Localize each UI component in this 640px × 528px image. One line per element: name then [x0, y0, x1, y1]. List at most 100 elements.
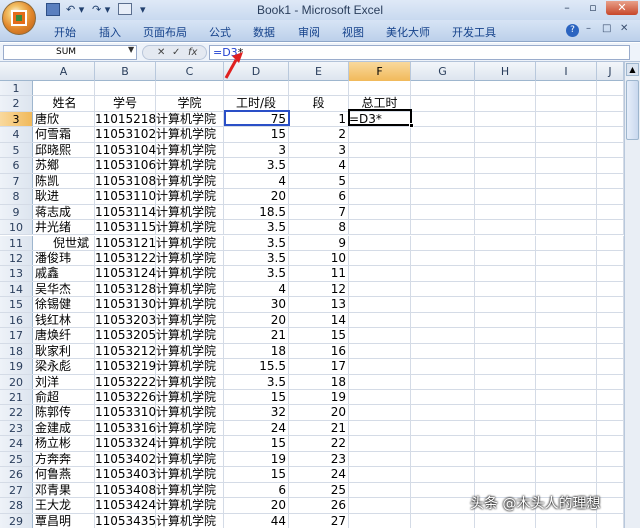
cell-i15[interactable]: [536, 297, 597, 312]
cell-b23[interactable]: 11053316: [95, 420, 156, 436]
cell-j3[interactable]: [597, 111, 624, 127]
vertical-scrollbar[interactable]: ▲: [624, 62, 640, 528]
cell-a17[interactable]: 唐焕纤: [33, 328, 95, 343]
cell-b24[interactable]: 11053324: [95, 436, 156, 451]
cell-d22[interactable]: 32: [224, 405, 289, 420]
cell-a1[interactable]: [33, 81, 95, 96]
cell-f22[interactable]: [349, 405, 411, 420]
cell-f19[interactable]: [349, 359, 411, 374]
column-header-d[interactable]: D: [224, 62, 289, 81]
cell-f17[interactable]: [349, 328, 411, 343]
ribbon-restore-icon[interactable]: □: [602, 23, 611, 34]
cell-c28[interactable]: 计算机学院: [156, 498, 224, 513]
cell-j18[interactable]: [597, 343, 624, 359]
cell-c23[interactable]: 计算机学院: [156, 420, 224, 436]
cell-b16[interactable]: 11053203: [95, 312, 156, 328]
cell-f29[interactable]: [349, 513, 411, 528]
cell-e7[interactable]: 5: [289, 173, 349, 189]
cell-d10[interactable]: 3.5: [224, 220, 289, 235]
scroll-up-icon[interactable]: ▲: [626, 63, 639, 76]
cell-h17[interactable]: [475, 328, 536, 343]
cell-b22[interactable]: 11053310: [95, 405, 156, 420]
cell-a12[interactable]: 潘俊玮: [33, 250, 95, 266]
cell-h15[interactable]: [475, 297, 536, 312]
cell-j2[interactable]: [597, 96, 624, 111]
cell-d14[interactable]: 4: [224, 281, 289, 297]
cell-b8[interactable]: 11053110: [95, 189, 156, 204]
row-header[interactable]: 23: [0, 420, 33, 436]
insert-function-icon[interactable]: fx: [188, 46, 197, 60]
tab-beautify[interactable]: 美化大师: [386, 24, 430, 40]
cell-g18[interactable]: [411, 343, 475, 359]
cell-j26[interactable]: [597, 467, 624, 482]
cell-j4[interactable]: [597, 127, 624, 142]
cell-f10[interactable]: [349, 220, 411, 235]
cell-g24[interactable]: [411, 436, 475, 451]
cell-e28[interactable]: 26: [289, 498, 349, 513]
cell-e3[interactable]: 1: [289, 111, 349, 127]
tab-insert[interactable]: 插入: [99, 24, 121, 40]
column-header-h[interactable]: H: [475, 62, 536, 81]
cell-a27[interactable]: 邓青果: [33, 482, 95, 498]
cell-g22[interactable]: [411, 405, 475, 420]
cell-h3[interactable]: [475, 111, 536, 127]
cell-d11[interactable]: 3.5: [224, 235, 289, 250]
cell-h12[interactable]: [475, 250, 536, 266]
cell-h23[interactable]: [475, 420, 536, 436]
cell-g9[interactable]: [411, 204, 475, 220]
cell-b10[interactable]: 11053115: [95, 220, 156, 235]
cell-c7[interactable]: 计算机学院: [156, 173, 224, 189]
cell-i16[interactable]: [536, 312, 597, 328]
cell-a10[interactable]: 井光绪: [33, 220, 95, 235]
cell-g14[interactable]: [411, 281, 475, 297]
save-icon[interactable]: [46, 3, 60, 16]
cell-a9[interactable]: 蒋志成: [33, 204, 95, 220]
cell-b26[interactable]: 11053403: [95, 467, 156, 482]
cell-d7[interactable]: 4: [224, 173, 289, 189]
name-box[interactable]: SUM: [3, 45, 137, 60]
help-icon[interactable]: ?: [566, 24, 579, 37]
column-header-a[interactable]: A: [33, 62, 95, 81]
cell-c1[interactable]: [156, 81, 224, 96]
row-header[interactable]: 5: [0, 142, 33, 158]
cell-d19[interactable]: 15.5: [224, 359, 289, 374]
cell-b3[interactable]: 11015218: [95, 111, 156, 127]
cell-e26[interactable]: 24: [289, 467, 349, 482]
cell-a21[interactable]: 俞超: [33, 390, 95, 405]
cell-f4[interactable]: [349, 127, 411, 142]
cell-a13[interactable]: 戚鑫: [33, 266, 95, 281]
cell-h1[interactable]: [475, 81, 536, 96]
cell-e9[interactable]: 7: [289, 204, 349, 220]
cell-c4[interactable]: 计算机学院: [156, 127, 224, 142]
cell-i1[interactable]: [536, 81, 597, 96]
cell-i22[interactable]: [536, 405, 597, 420]
enter-icon[interactable]: ✓: [172, 46, 180, 60]
cell-c6[interactable]: 计算机学院: [156, 158, 224, 173]
cell-c10[interactable]: 计算机学院: [156, 220, 224, 235]
cell-c16[interactable]: 计算机学院: [156, 312, 224, 328]
cell-i5[interactable]: [536, 142, 597, 158]
cell-f7[interactable]: [349, 173, 411, 189]
cell-f21[interactable]: [349, 390, 411, 405]
cell-d5[interactable]: 3: [224, 142, 289, 158]
cell-e5[interactable]: 3: [289, 142, 349, 158]
cell-d28[interactable]: 20: [224, 498, 289, 513]
cell-d26[interactable]: 15: [224, 467, 289, 482]
cell-i25[interactable]: [536, 451, 597, 467]
cell-i12[interactable]: [536, 250, 597, 266]
cell-h5[interactable]: [475, 142, 536, 158]
cell-j6[interactable]: [597, 158, 624, 173]
cell-a20[interactable]: 刘洋: [33, 374, 95, 389]
column-header-i[interactable]: I: [536, 62, 597, 81]
cell-c22[interactable]: 计算机学院: [156, 405, 224, 420]
cell-c18[interactable]: 计算机学院: [156, 343, 224, 359]
cell-j21[interactable]: [597, 390, 624, 405]
cell-j20[interactable]: [597, 374, 624, 389]
cell-d13[interactable]: 3.5: [224, 266, 289, 281]
tab-formulas[interactable]: 公式: [209, 24, 231, 40]
cell-i23[interactable]: [536, 420, 597, 436]
cell-c12[interactable]: 计算机学院: [156, 250, 224, 266]
cell-h2[interactable]: [475, 96, 536, 111]
cell-c5[interactable]: 计算机学院: [156, 142, 224, 158]
cell-d4[interactable]: 15: [224, 127, 289, 142]
